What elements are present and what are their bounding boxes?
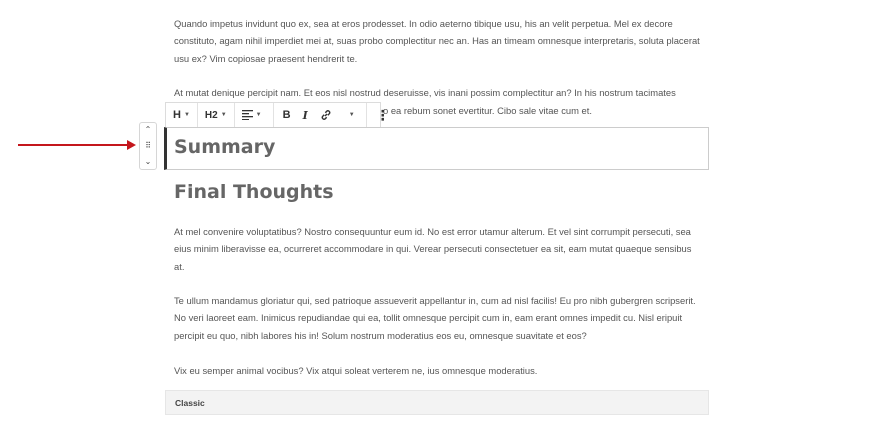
chevron-down-icon: ▼ [183,112,190,118]
heading-final-thoughts: Final Thoughts [174,181,334,203]
annotation-arrow-head [127,140,136,150]
paragraph-3: At mel convenire voluptatibus? Nostro co… [174,226,692,272]
paragraph-4: Te ullum mandamus gloriatur qui, sed pat… [174,295,696,341]
link-button[interactable] [315,103,337,127]
annotation-arrow-shaft [18,144,130,146]
heading-summary[interactable]: Summary [174,136,275,158]
align-left-icon [241,110,253,120]
align-button[interactable]: ▼ [239,103,265,127]
drag-handle-icon[interactable]: ⠿ [145,141,151,151]
chevron-down-icon: ▼ [220,112,227,118]
heading-level-button[interactable]: H2 ▼ [202,103,230,127]
paragraph-5: Vix eu semper animal vocibus? Vix atqui … [174,365,538,376]
move-down-icon[interactable]: ⌄ [145,157,152,167]
more-options-button[interactable]: ⋮ [373,103,393,127]
paragraph-2-tail: o ea rebum sonet evertitur. Cibo sale vi… [383,105,592,116]
heading-level-label: H2 [204,109,218,121]
chevron-down-icon: ▼ [255,112,262,118]
more-rich-text-button[interactable]: ▼ [339,103,362,127]
paragraph-2: At mutat denique percipit nam. Et eos ni… [174,87,676,98]
classic-block-label: Classic [175,397,205,408]
block-toolbar: H ▼ H2 ▼ ▼ B I ▼ ⋮ [165,102,390,128]
block-type-button[interactable]: H ▼ [170,103,193,127]
bold-button[interactable]: B [278,103,296,127]
italic-button[interactable]: I [298,103,313,127]
move-up-icon[interactable]: ⌃ [145,125,152,135]
classic-block[interactable]: Classic [165,390,709,415]
link-icon [321,110,331,120]
block-type-label: H [173,109,181,121]
chevron-down-icon: ▼ [348,112,355,118]
paragraph-1: Quando impetus invidunt quo ex, sea at e… [174,18,700,64]
block-mover: ⌃ ⠿ ⌄ [139,122,157,170]
